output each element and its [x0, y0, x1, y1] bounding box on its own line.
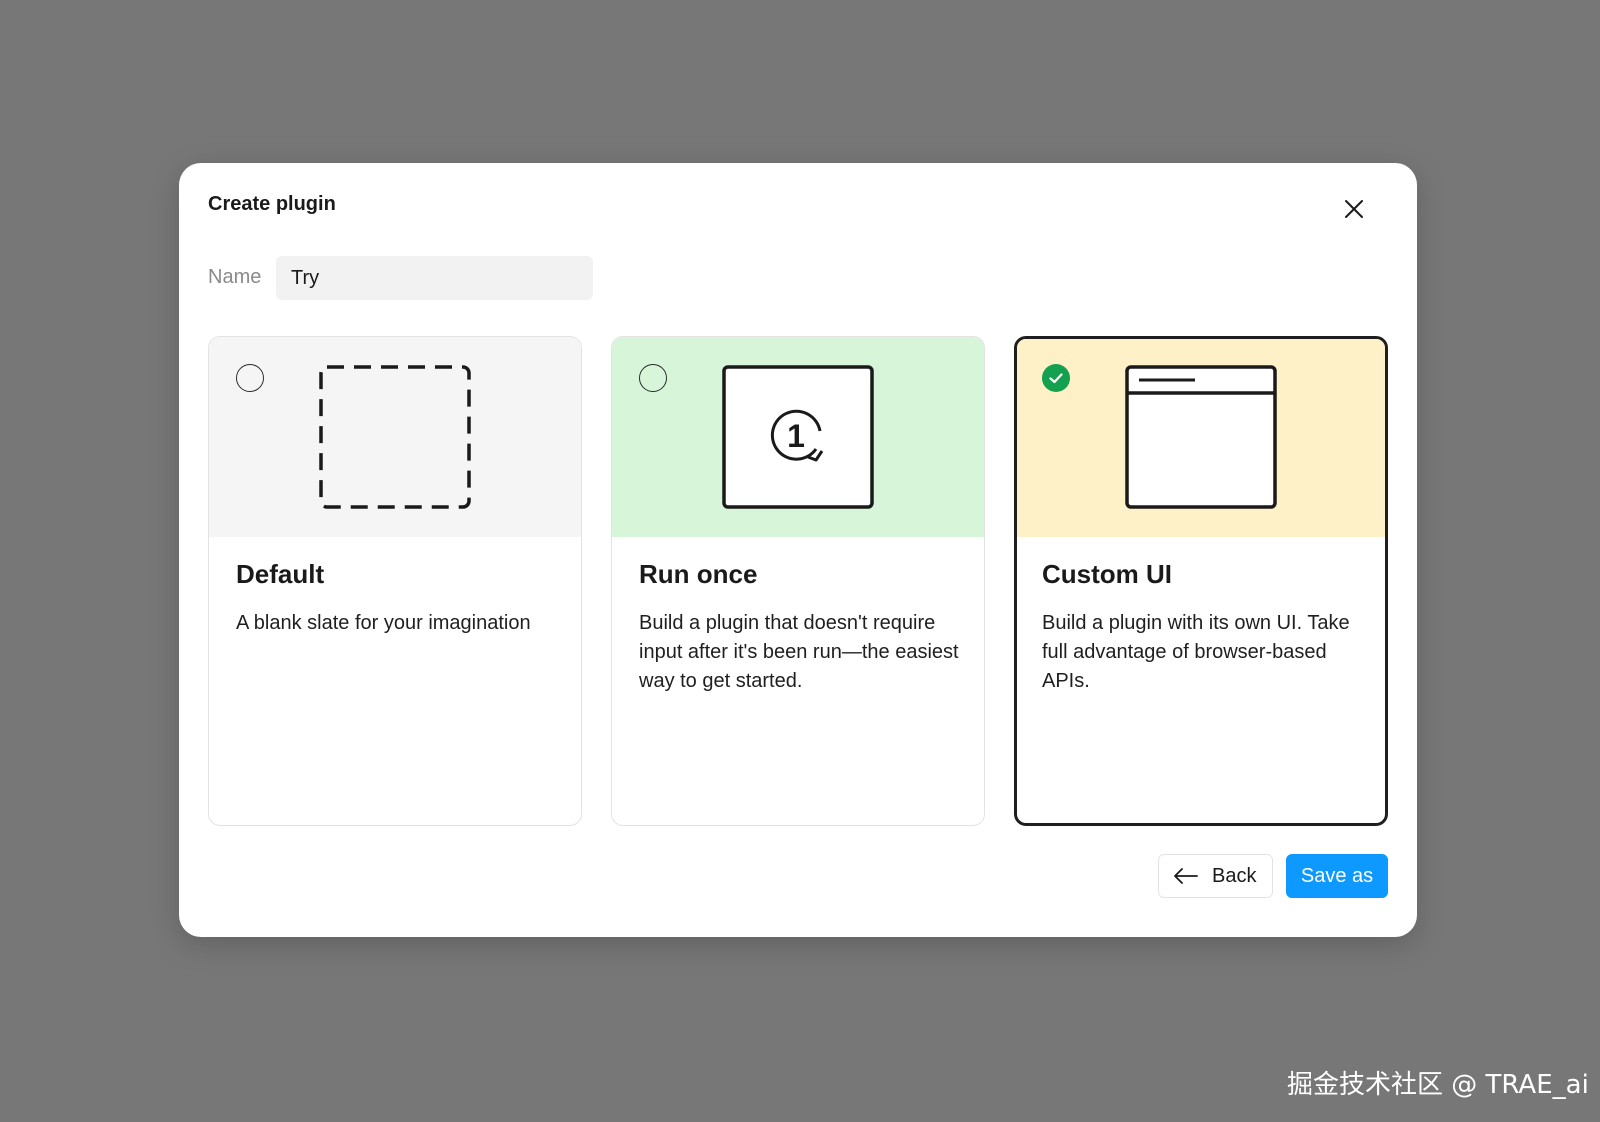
option-card-default[interactable]: Default A blank slate for your imaginati… — [208, 336, 582, 826]
option-card-run-once[interactable]: 1 Run once Build a plugin that doesn't r… — [611, 336, 985, 826]
option-card-custom-ui[interactable]: Custom UI Build a plugin with its own UI… — [1014, 336, 1388, 826]
back-button-label: Back — [1212, 865, 1257, 887]
close-button[interactable] — [1342, 197, 1366, 221]
card-description: Build a plugin with its own UI. Take ful… — [1042, 612, 1350, 692]
card-illustration-area: 1 — [612, 337, 984, 537]
card-title: Custom UI — [1042, 559, 1172, 589]
back-button[interactable]: Back — [1158, 854, 1273, 898]
dashed-square-icon — [319, 365, 471, 509]
name-label: Name — [208, 266, 262, 288]
card-illustration-area — [1017, 339, 1385, 537]
name-input[interactable] — [276, 256, 593, 300]
run-once-icon: 1 — [722, 365, 874, 509]
dialog-title: Create plugin — [208, 193, 336, 215]
save-as-button[interactable]: Save as — [1286, 854, 1388, 898]
card-title: Run once — [639, 559, 758, 589]
card-illustration-area — [209, 337, 581, 537]
arrow-left-icon — [1174, 868, 1198, 884]
card-description: A blank slate for your imagination — [236, 612, 531, 634]
radio-button-custom-ui[interactable] — [1042, 364, 1070, 392]
check-icon — [1049, 373, 1063, 384]
close-icon — [1345, 200, 1363, 218]
run-once-number: 1 — [787, 418, 805, 454]
card-title: Default — [236, 559, 325, 589]
radio-button-run-once[interactable] — [639, 364, 667, 392]
watermark: 掘金技术社区 @ TRAE_ai — [1287, 1070, 1589, 1100]
card-description: Build a plugin that doesn't require inpu… — [639, 612, 959, 692]
radio-button-default[interactable] — [236, 364, 264, 392]
create-plugin-dialog: Create plugin Name Default A blank slate… — [179, 163, 1417, 937]
window-icon — [1125, 365, 1277, 509]
